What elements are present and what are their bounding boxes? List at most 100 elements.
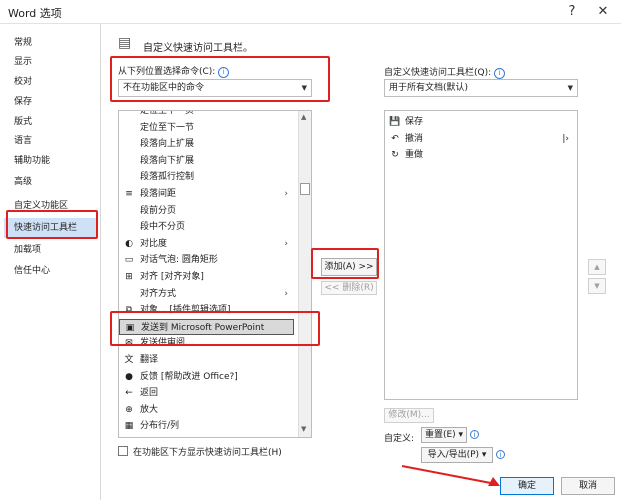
command-label: 段中不分页	[140, 222, 186, 233]
qat-icon: ↻	[391, 150, 399, 160]
window-title: Word 选项	[8, 7, 62, 20]
command-item[interactable]: ≡ 段落间距 ›	[119, 186, 294, 203]
command-item[interactable]: ⊞ 对齐 [对齐对象]	[119, 269, 294, 286]
command-label: 分布行/列	[140, 421, 180, 432]
page-title: 自定义快速访问工具栏。	[143, 43, 253, 54]
split-arrow-icon: |›	[562, 133, 569, 144]
customize-qat-label: 自定义快速访问工具栏(Q): i	[384, 65, 506, 79]
command-label: 段落间距	[140, 189, 177, 199]
chevron-down-icon: ▼	[567, 84, 573, 92]
command-item[interactable]: 段前分页	[119, 203, 294, 220]
toolbar-icon: ▤	[118, 35, 132, 51]
command-label: 段前分页	[140, 205, 177, 216]
command-icon: ▦	[124, 421, 134, 432]
sidebar-item[interactable]: 常规	[4, 33, 96, 53]
move-up-button[interactable]: ▲	[588, 259, 606, 275]
command-label: 返回	[140, 388, 159, 399]
command-item[interactable]: 段落孤行控制	[119, 169, 294, 186]
show-below-ribbon-checkbox[interactable]	[118, 446, 128, 456]
annotation-box-choose	[110, 56, 330, 102]
command-item[interactable]: ⊕ 放大	[119, 402, 294, 419]
command-icon: ◐	[125, 238, 133, 249]
command-icon: ▭	[124, 255, 134, 266]
qat-item[interactable]: ↻ 重做	[385, 147, 575, 163]
command-item[interactable]: ▦ 分布行/列	[119, 418, 294, 435]
command-icon: ≡	[125, 189, 133, 199]
annotation-box-nav	[6, 210, 98, 239]
qat-list[interactable]: 💾 保存 ↶ 撤消 |› ↻ 重做	[384, 110, 578, 400]
help-icon[interactable]: ?	[561, 2, 583, 22]
command-label: 对比度	[140, 238, 168, 249]
info-icon: i	[494, 68, 506, 79]
scroll-up-icon[interactable]: ▲	[301, 113, 306, 121]
qat-icon: 💾	[389, 117, 401, 127]
command-label: 翻译	[140, 355, 159, 365]
qat-item[interactable]: ↶ 撤消 |›	[385, 131, 575, 147]
command-item[interactable]: 段落向上扩展	[119, 136, 294, 153]
command-icon: ●	[125, 371, 133, 382]
command-label: 放大	[140, 404, 159, 415]
command-icon: ⊞	[125, 272, 133, 282]
show-below-ribbon-label: 在功能区下方显示快速访问工具栏(H)	[133, 448, 282, 458]
command-label: 段落向上扩展	[140, 139, 195, 150]
submenu-arrow-icon: ›	[284, 189, 288, 199]
command-label: 对齐 [对齐对象]	[140, 272, 204, 282]
qat-label: 保存	[405, 117, 424, 127]
command-label: 定位至下一页	[140, 110, 195, 116]
command-label: 对齐方式	[140, 288, 177, 299]
command-item[interactable]: ◐ 对比度 ›	[119, 236, 294, 253]
command-label: 段落孤行控制	[140, 172, 195, 183]
command-item[interactable]: 对齐方式 ›	[119, 286, 294, 303]
sidebar-item[interactable]: 版式	[4, 112, 96, 132]
annotation-box-selected	[110, 311, 320, 346]
command-label: 对话气泡: 圆角矩形	[140, 255, 218, 266]
scrollbar-thumb[interactable]	[300, 183, 310, 195]
sidebar-item[interactable]: 高级	[4, 172, 96, 192]
command-item[interactable]: 定位至下一页	[119, 110, 294, 120]
commands-list[interactable]: 定位至下一页定位至下一节 段落向上扩展段落向下扩展段落孤行控制 ≡ 段落间距 › 段前分页…	[118, 110, 312, 438]
move-down-button[interactable]: ▼	[588, 278, 606, 294]
scroll-down-icon[interactable]: ▼	[301, 425, 306, 433]
sidebar-item[interactable]: 语言	[4, 131, 96, 151]
customize-scope-value: 用于所有文档(默认)	[389, 83, 469, 93]
command-item[interactable]: 段落向下扩展	[119, 153, 294, 170]
qat-label: 重做	[405, 150, 424, 160]
commands-scrollbar[interactable]: ▲ ▼	[298, 111, 311, 437]
qat-item[interactable]: 💾 保存	[385, 114, 575, 130]
submenu-arrow-icon: ›	[284, 238, 288, 249]
customize-label: 自定义:	[384, 434, 415, 444]
command-label: 定位至下一节	[140, 122, 195, 133]
annotation-box-add	[311, 248, 379, 279]
command-item[interactable]: 定位至下一节	[119, 120, 294, 137]
qat-label: 撤消	[405, 133, 424, 144]
command-item[interactable]: 文翻译	[119, 352, 294, 369]
info-icon: i	[470, 430, 479, 439]
command-icon: ←	[125, 388, 133, 399]
modify-button[interactable]: 修改(M)...	[384, 408, 434, 423]
cancel-button[interactable]: 取消	[561, 477, 615, 495]
info-icon: i	[496, 450, 505, 459]
close-icon[interactable]: ✕	[592, 2, 614, 22]
ok-button[interactable]: 确定	[500, 477, 554, 495]
sidebar-item[interactable]: 显示	[4, 52, 96, 72]
sidebar-item[interactable]: 加载项	[4, 240, 96, 260]
submenu-arrow-icon: ›	[284, 288, 288, 299]
customize-scope-select[interactable]: 用于所有文档(默认) ▼	[384, 79, 578, 97]
import-export-button[interactable]: 导入/导出(P) ▾	[421, 447, 493, 463]
sidebar-item[interactable]: 信任中心	[4, 261, 96, 281]
command-item[interactable]: ▭ 对话气泡: 圆角矩形	[119, 252, 294, 269]
command-item[interactable]: ← 返回	[119, 385, 294, 402]
annotation-arrow	[401, 465, 500, 486]
remove-button[interactable]: << 删除(R)	[321, 281, 377, 295]
command-icon: 文	[124, 355, 134, 365]
command-item[interactable]: ● 反馈 [帮助改进 Office?]	[119, 369, 294, 386]
sidebar-item[interactable]: 校对	[4, 72, 96, 92]
title-bar: Word 选项 ? ✕	[0, 0, 621, 24]
command-item[interactable]: 段中不分页	[119, 219, 294, 236]
qat-icon: ↶	[391, 133, 399, 144]
reset-button[interactable]: 重置(E) ▾	[421, 427, 467, 443]
command-icon: ⊕	[125, 404, 133, 415]
sidebar-item[interactable]: 保存	[4, 92, 96, 112]
sidebar-item[interactable]: 辅助功能	[4, 151, 96, 171]
command-label: 反馈 [帮助改进 Office?]	[140, 371, 238, 382]
